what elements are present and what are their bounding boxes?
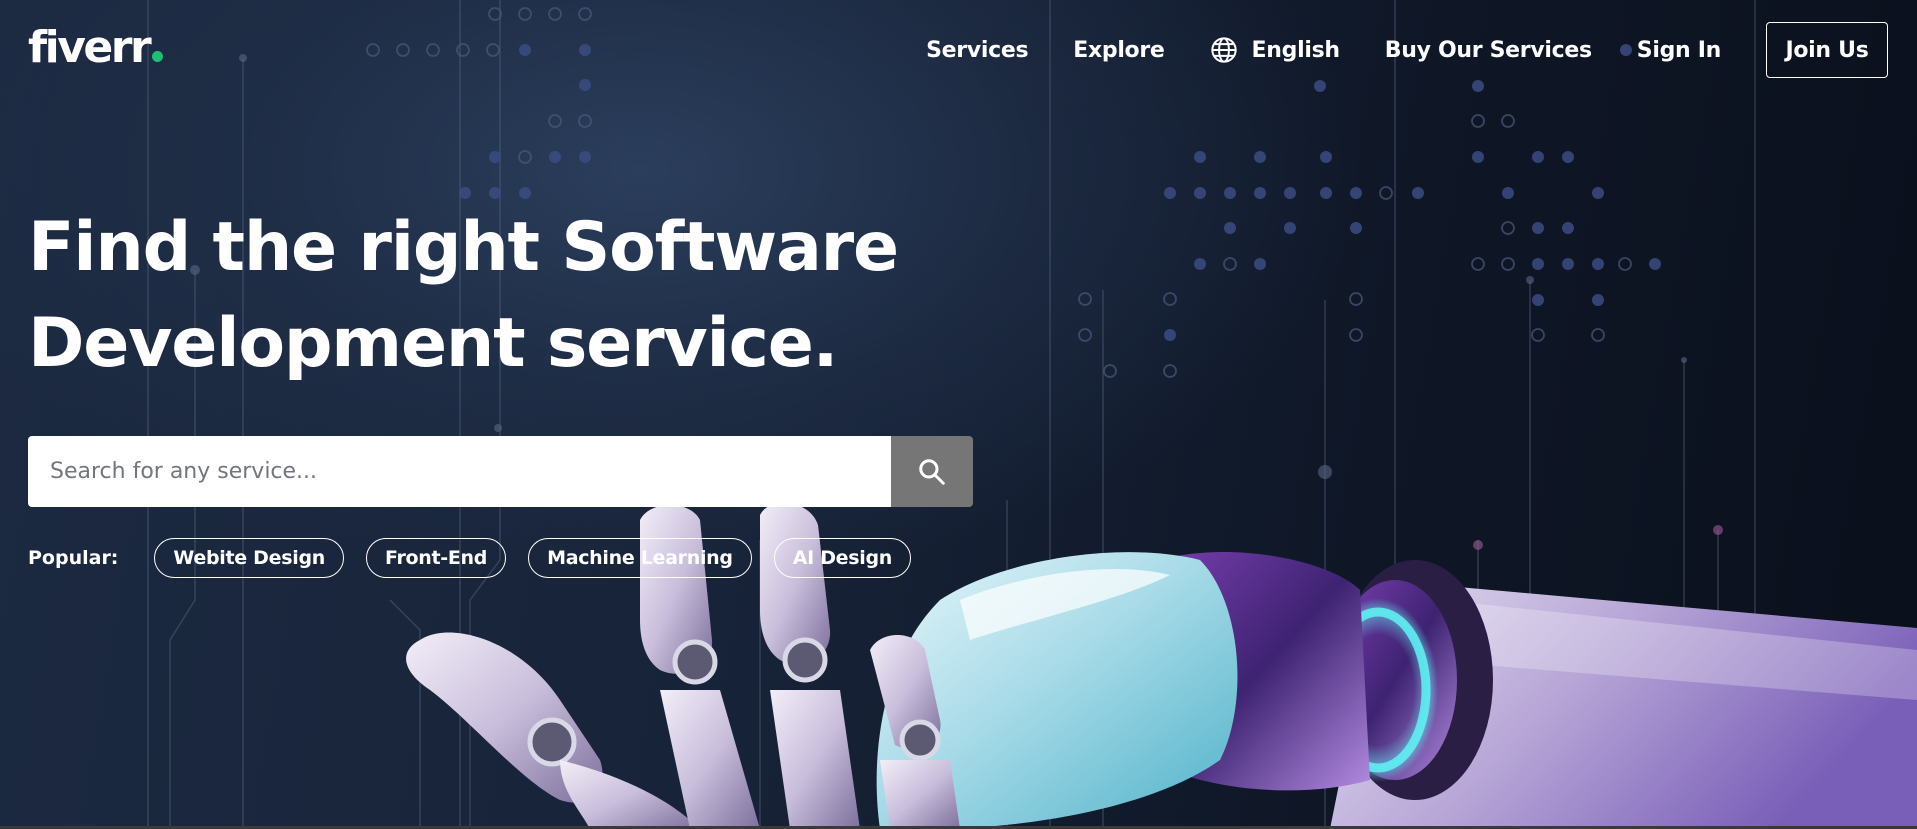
logo-dot [152, 51, 164, 62]
hero-section: fiverr Services Explore English Buy Our … [0, 0, 1917, 829]
nav-explore-link[interactable]: Explore [1073, 38, 1165, 63]
fiverr-logo[interactable]: fiverr [28, 20, 164, 76]
search-button[interactable] [891, 436, 973, 507]
popular-label: Popular: [28, 547, 119, 569]
nav-sign-in-link[interactable]: Sign In [1637, 38, 1722, 63]
logo-text: fiverr [28, 22, 152, 73]
nav-buy-services-link[interactable]: Buy Our Services [1385, 38, 1592, 63]
nav-services-link[interactable]: Services [926, 38, 1028, 63]
hero-headline: Find the right Software Development serv… [28, 200, 928, 392]
join-button[interactable]: Join Us [1766, 22, 1888, 78]
top-navigation: Services Explore English Buy Our Service… [926, 21, 1888, 79]
popular-tag-ai-design[interactable]: AI Design [773, 538, 911, 578]
headline-line-2: Development service. [28, 304, 839, 383]
robot-hand-background-image [147, 0, 1917, 829]
popular-tags: Popular: Webite Design Front-End Machine… [28, 538, 933, 578]
search-bar [28, 436, 973, 507]
headline-line-1: Find the right Software [28, 208, 899, 287]
popular-tag-front-end[interactable]: Front-End [366, 538, 507, 578]
search-input[interactable] [28, 436, 891, 507]
popular-tag-website-design[interactable]: Webite Design [154, 538, 344, 578]
globe-icon [1210, 37, 1237, 63]
nav-language-link[interactable]: English [1210, 36, 1340, 64]
search-icon [919, 458, 945, 485]
language-label: English [1251, 37, 1340, 63]
popular-tag-machine-learning[interactable]: Machine Learning [528, 538, 752, 578]
